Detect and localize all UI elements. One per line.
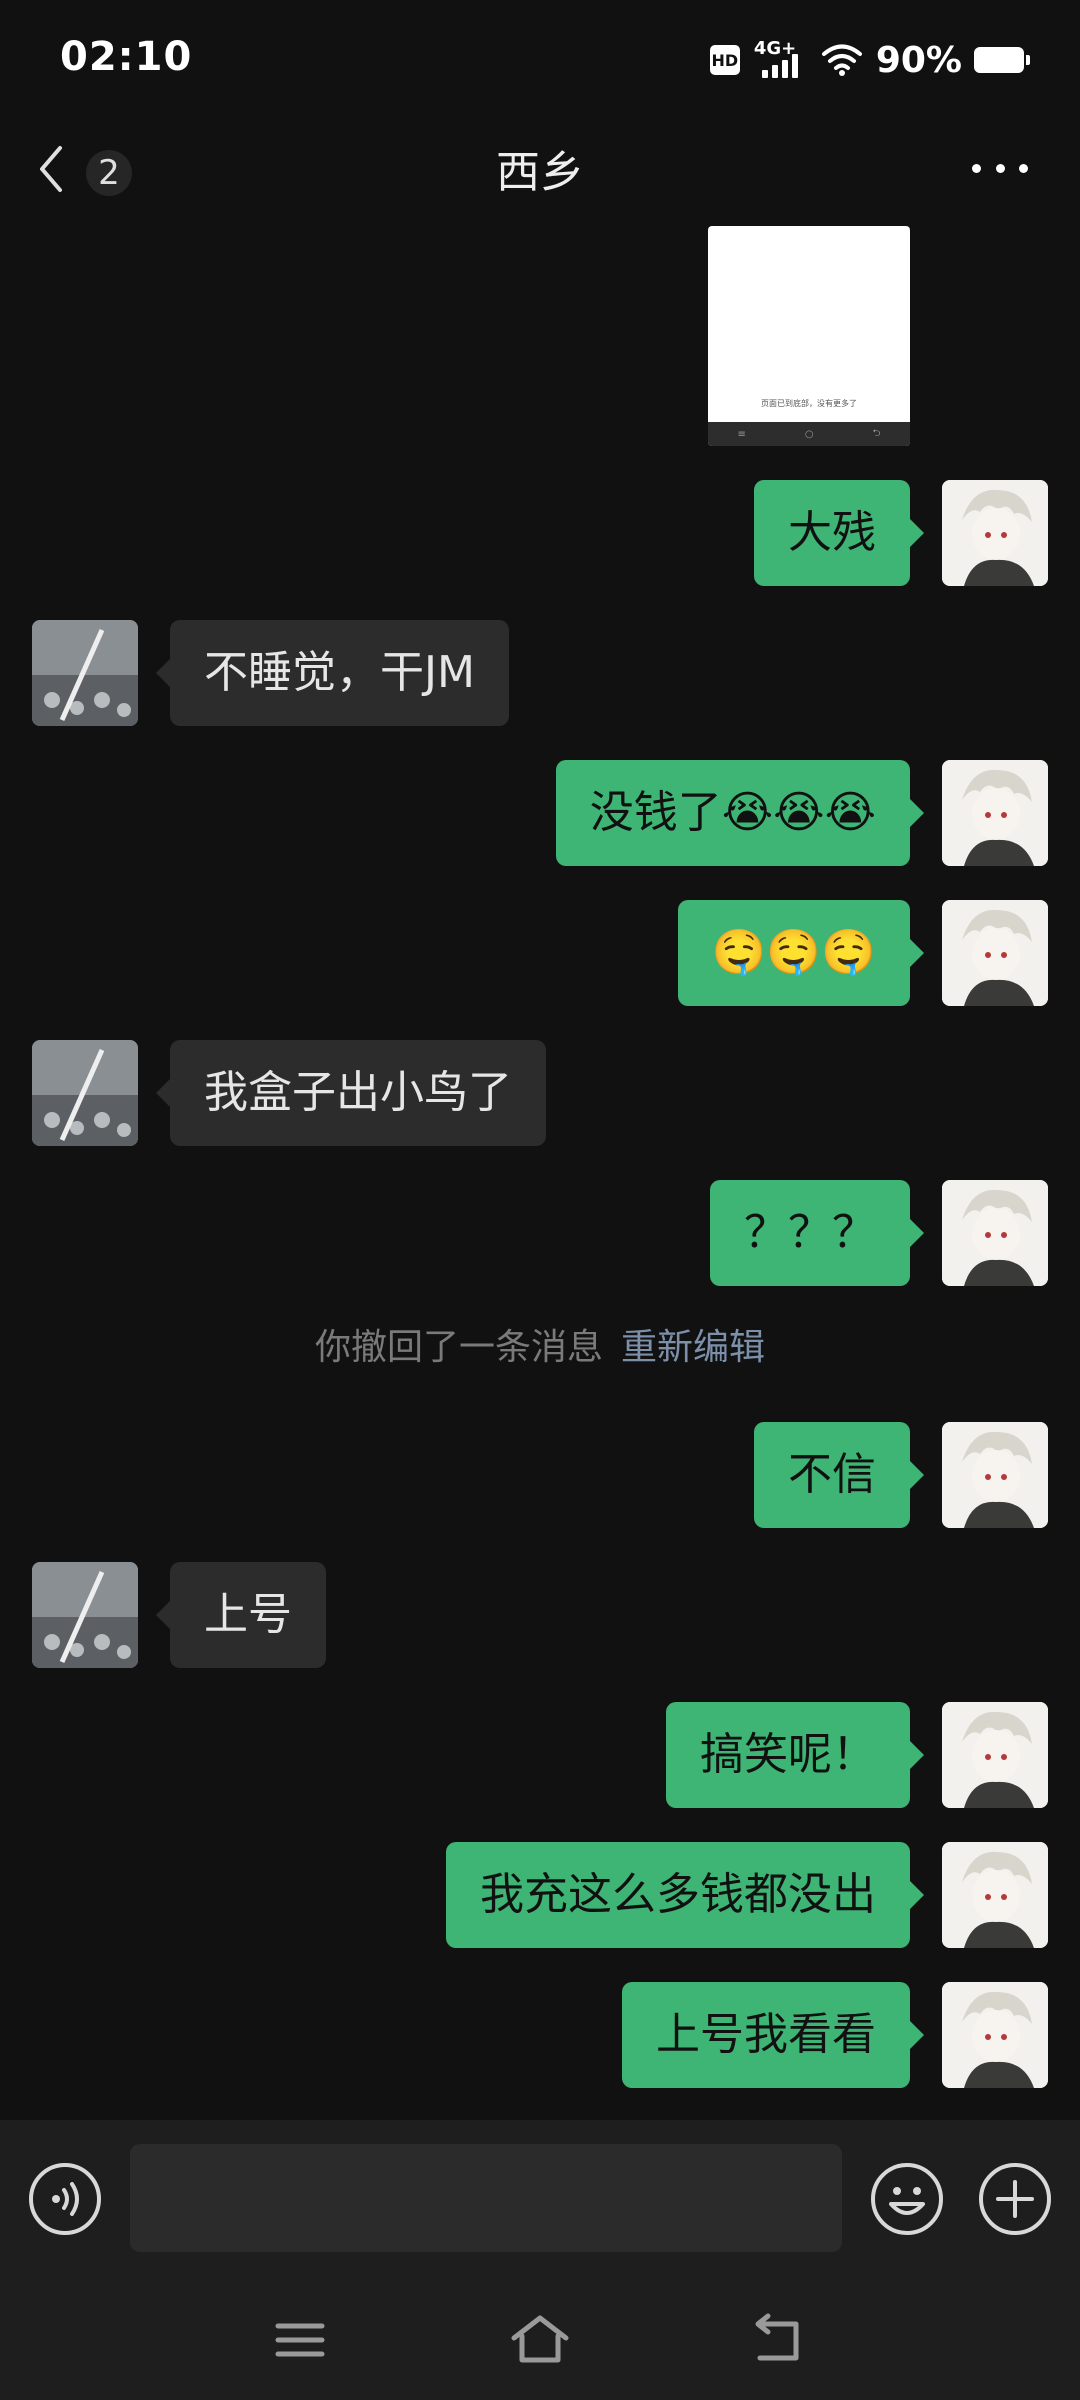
status-indicators: HD 4G+ 90%	[709, 38, 1030, 82]
self-avatar[interactable]	[942, 1422, 1048, 1528]
home-icon[interactable]	[510, 2312, 570, 2368]
more-dot-icon	[995, 163, 1005, 173]
voice-icon[interactable]	[28, 2162, 102, 2236]
recall-notice-text: 你撤回了一条消息	[314, 1327, 603, 1368]
self-avatar[interactable]	[942, 1180, 1048, 1286]
wifi-icon	[821, 44, 862, 76]
battery-percent: 90%	[875, 39, 962, 81]
message-list[interactable]: 页面已到底部，没有更多了 ≡ ○ ⮌ 大残 不睡觉，干JM 没钱了😭😭😭 🤤🤤🤤…	[0, 220, 1080, 2120]
emoji-icon[interactable]	[870, 2162, 944, 2236]
message-bubble-outgoing[interactable]: 上号我看看	[622, 1982, 924, 2088]
message-bubble-incoming[interactable]: 上号	[156, 1562, 326, 1668]
more-options-button[interactable]	[972, 156, 1028, 180]
hd-icon: HD	[709, 45, 740, 75]
input-bar	[0, 2120, 1080, 2280]
back-icon[interactable]	[750, 2312, 810, 2368]
message-bubble-outgoing[interactable]: 不信	[754, 1422, 924, 1528]
chat-screen: 02:10 HD 4G+ 90% 2 西乡 页面已到底部，没有更多了 ≡ ○ ⮌…	[0, 0, 1080, 2400]
image-message[interactable]: 页面已到底部，没有更多了 ≡ ○ ⮌	[708, 226, 910, 446]
message-bubble-incoming[interactable]: 不睡觉，干JM	[156, 620, 509, 726]
message-bubble-incoming[interactable]: 我盒子出小鸟了	[156, 1040, 546, 1146]
status-bar: 02:10 HD 4G+ 90%	[0, 0, 1080, 120]
message-bubble-outgoing[interactable]: 搞笑呢！	[666, 1702, 924, 1808]
self-avatar[interactable]	[942, 480, 1048, 586]
system-nav-bar	[0, 2280, 1080, 2400]
peer-avatar[interactable]	[32, 1040, 138, 1146]
message-bubble-outgoing[interactable]: 没钱了😭😭😭	[555, 760, 925, 866]
network-type-label: 4G+	[753, 38, 797, 59]
chat-header: 2 西乡	[0, 120, 1080, 220]
recall-notice: 你撤回了一条消息 重新编辑	[0, 1318, 1080, 1370]
battery-icon	[974, 47, 1030, 73]
plus-icon[interactable]	[978, 2162, 1052, 2236]
message-input[interactable]	[130, 2144, 842, 2252]
self-avatar[interactable]	[942, 1702, 1048, 1808]
peer-avatar[interactable]	[32, 620, 138, 726]
message-bubble-outgoing[interactable]: 🤤🤤🤤	[677, 900, 925, 1006]
image-navbar: ≡ ○ ⮌	[708, 422, 910, 446]
more-dot-icon	[972, 163, 981, 173]
self-avatar[interactable]	[942, 1842, 1048, 1948]
image-caption: 页面已到底部，没有更多了	[761, 399, 857, 408]
self-avatar[interactable]	[942, 1982, 1048, 2088]
message-bubble-outgoing[interactable]: ？？？	[710, 1180, 924, 1286]
cellular-signal-icon: 4G+	[753, 38, 804, 80]
status-time: 02:10	[60, 34, 193, 80]
more-dot-icon	[1019, 163, 1028, 173]
message-bubble-outgoing[interactable]: 大残	[754, 480, 924, 586]
peer-avatar[interactable]	[32, 1562, 138, 1668]
self-avatar[interactable]	[942, 900, 1048, 1006]
self-avatar[interactable]	[942, 760, 1048, 866]
re-edit-link[interactable]: 重新编辑	[621, 1327, 765, 1368]
chat-title: 西乡	[496, 147, 584, 198]
menu-icon[interactable]	[270, 2312, 330, 2368]
message-bubble-outgoing[interactable]: 我充这么多钱都没出	[446, 1842, 924, 1948]
